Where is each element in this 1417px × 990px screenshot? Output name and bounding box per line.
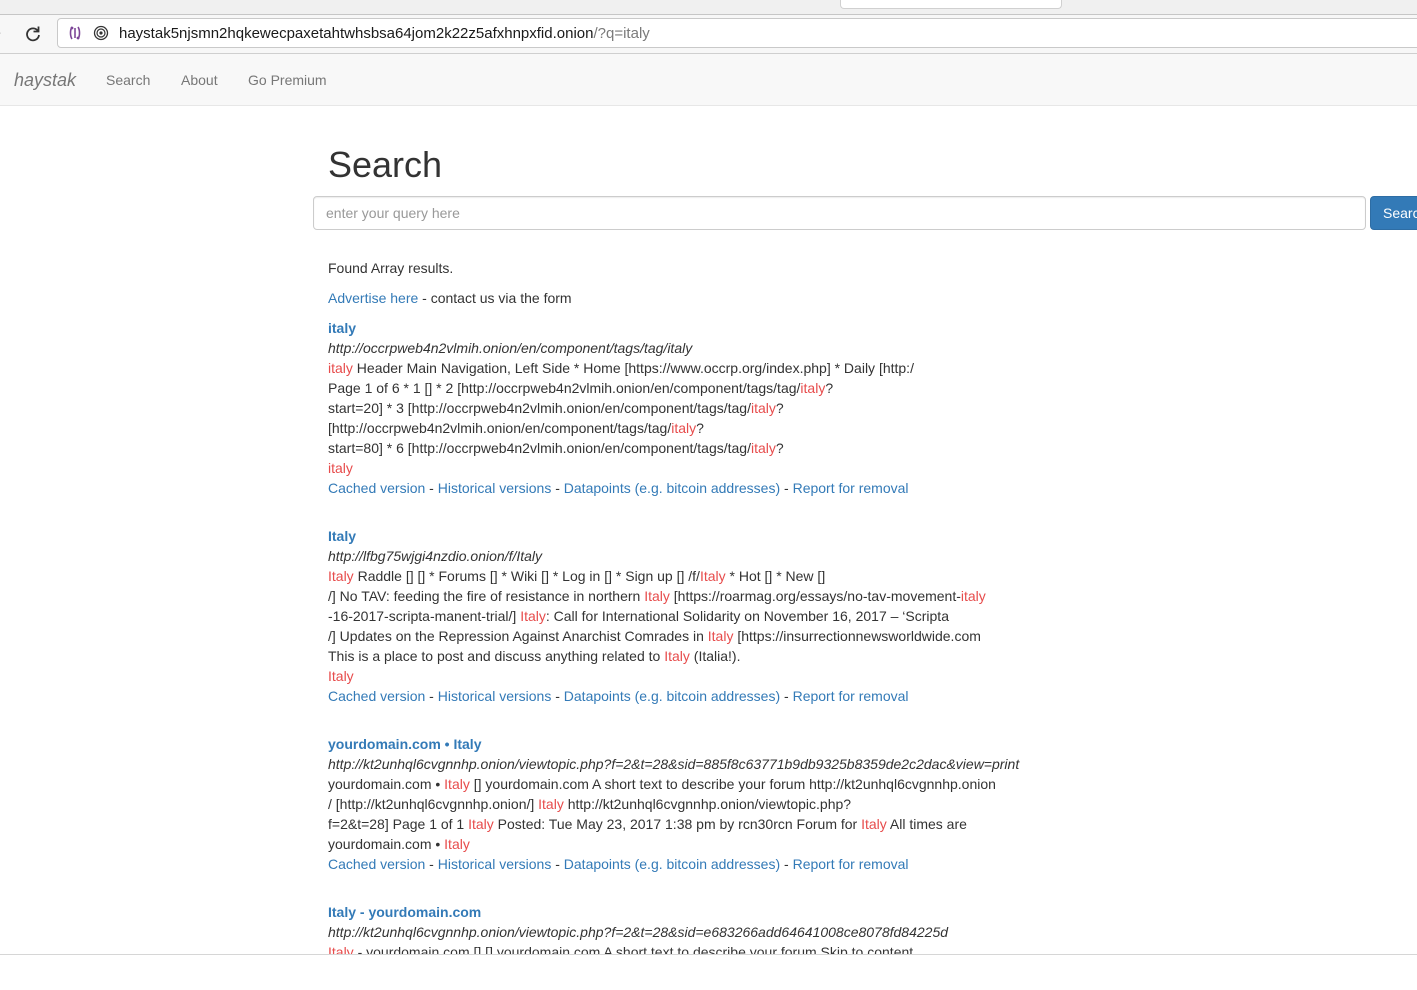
historical-versions-link[interactable]: Historical versions	[438, 688, 552, 704]
highlighted-term: italy	[328, 460, 353, 476]
result-url: http://lfbg75wjgi4nzdio.onion/f/Italy	[328, 548, 543, 564]
result-title-link[interactable]: yourdomain.com • Italy	[328, 734, 1048, 754]
cached-version-link[interactable]: Cached version	[328, 856, 425, 872]
highlighted-term: Italy	[328, 568, 354, 584]
nav-about[interactable]: About	[181, 72, 218, 88]
result-url: http://kt2unhql6cvgnnhp.onion/viewtopic.…	[328, 924, 949, 940]
browser-tab[interactable]	[840, 0, 1062, 9]
result-url: http://occrpweb4n2vlmih.onion/en/compone…	[328, 340, 693, 356]
onion-lock-icon[interactable]	[93, 25, 109, 41]
results-container: Found Array results. Advertise here - co…	[328, 258, 1048, 990]
snippet-text: -16-2017-scripta-manent-trial/]	[328, 608, 517, 624]
separator: -	[425, 688, 438, 704]
nav-go-premium[interactable]: Go Premium	[248, 72, 327, 88]
result-list: italy http://occrpweb4n2vlmih.onion/en/co…	[328, 318, 1048, 962]
cached-version-link[interactable]: Cached version	[328, 688, 425, 704]
highlighted-term: Italy	[444, 836, 470, 852]
separator: -	[780, 856, 793, 872]
highlighted-term: Italy	[468, 816, 494, 832]
datapoints-link[interactable]: Datapoints (e.g. bitcoin addresses)	[564, 856, 780, 872]
advertise-link[interactable]: Advertise here	[328, 290, 418, 306]
result-item: italy http://occrpweb4n2vlmih.onion/en/co…	[328, 318, 1048, 498]
browser-toolbar: › haystak5njsmn2hqkewecpaxetahtwhsbsa64j…	[0, 15, 1417, 54]
address-bar[interactable]: haystak5njsmn2hqkewecpaxetahtwhsbsa64jom…	[57, 18, 1417, 48]
site-navbar: haystak Search About Go Premium	[0, 54, 1417, 106]
search-input[interactable]	[313, 196, 1366, 230]
snippet-text: ?	[775, 440, 784, 456]
highlighted-term: Italy	[328, 668, 354, 684]
onion-site-icon[interactable]	[67, 25, 83, 41]
result-title-link[interactable]: Italy - yourdomain.com	[328, 902, 1048, 922]
nav-search[interactable]: Search	[106, 72, 150, 88]
datapoints-link[interactable]: Datapoints (e.g. bitcoin addresses)	[564, 480, 780, 496]
result-item: Italy - yourdomain.com http://kt2unhql6cv…	[328, 902, 1048, 962]
result-url: http://kt2unhql6cvgnnhp.onion/viewtopic.…	[328, 756, 1020, 772]
result-item: yourdomain.com • Italy http://kt2unhql6cv…	[328, 734, 1048, 874]
advertise-text: - contact us via the form	[418, 290, 572, 306]
results-count: Found Array results.	[328, 260, 454, 276]
brand-logo[interactable]: haystak	[14, 70, 76, 90]
snippet-text: yourdomain.com •	[328, 776, 445, 792]
highlighted-term: Italy	[538, 796, 564, 812]
result-actions: Cached version - Historical versions - D…	[328, 478, 1048, 498]
highlighted-term: Italy	[664, 648, 690, 664]
separator: -	[551, 688, 564, 704]
result-title-link[interactable]: Italy	[328, 526, 1048, 546]
separator: -	[425, 856, 438, 872]
snippet-text: [https://roarmag.org/essays/no-tav-movem…	[669, 588, 961, 604]
url-host: haystak5njsmn2hqkewecpaxetahtwhsbsa64jom…	[119, 25, 594, 42]
historical-versions-link[interactable]: Historical versions	[438, 856, 552, 872]
separator: -	[780, 688, 793, 704]
separator: -	[551, 856, 564, 872]
highlighted-term: italy	[750, 400, 776, 416]
historical-versions-link[interactable]: Historical versions	[438, 480, 552, 496]
highlighted-term: Italy	[699, 568, 726, 584]
result-snippet: yourdomain.com • Italy [] yourdomain.com…	[328, 774, 1048, 854]
cached-version-link[interactable]: Cached version	[328, 480, 425, 496]
highlighted-term: italy	[750, 440, 776, 456]
separator: -	[780, 480, 793, 496]
advertise-line: Advertise here - contact us via the form	[328, 288, 1048, 308]
highlighted-term: Italy	[644, 588, 670, 604]
forward-arrow-icon[interactable]: ›	[0, 24, 8, 42]
report-removal-link[interactable]: Report for removal	[793, 480, 909, 496]
result-actions: Cached version - Historical versions - D…	[328, 854, 1048, 874]
highlighted-term: italy	[671, 420, 697, 436]
highlighted-term: italy	[800, 380, 826, 396]
highlighted-term: Italy	[707, 628, 734, 644]
result-snippet: italy Header Main Navigation, Left Side …	[328, 358, 1048, 478]
result-snippet: Italy Raddle [] [] * Forums [] * Wiki []…	[328, 566, 1048, 686]
page-title: Search	[328, 144, 443, 185]
datapoints-link[interactable]: Datapoints (e.g. bitcoin addresses)	[564, 688, 780, 704]
url-query: /?q=italy	[593, 25, 650, 42]
snippet-text: Posted: Tue May 23, 2017 1:38 pm by rcn3…	[493, 816, 862, 832]
snippet-text: (Italia!).	[693, 648, 741, 664]
snippet-text: Raddle [] [] * Forums [] * Wiki [] * Log…	[353, 568, 700, 584]
report-removal-link[interactable]: Report for removal	[793, 688, 909, 704]
highlighted-term: Italy	[861, 816, 887, 832]
highlighted-term: Italy	[520, 608, 546, 624]
separator: -	[551, 480, 564, 496]
browser-tab-strip	[0, 0, 1417, 15]
separator: -	[425, 480, 438, 496]
highlighted-term: italy	[328, 360, 353, 376]
search-button[interactable]: Search	[1370, 196, 1417, 230]
url-text[interactable]: haystak5njsmn2hqkewecpaxetahtwhsbsa64jom…	[119, 25, 650, 42]
highlighted-term: italy	[960, 588, 986, 604]
highlighted-term: Italy	[444, 776, 470, 792]
report-removal-link[interactable]: Report for removal	[793, 856, 909, 872]
result-item: Italy http://lfbg75wjgi4nzdio.onion/f/Ita…	[328, 526, 1048, 706]
result-actions: Cached version - Historical versions - D…	[328, 686, 1048, 706]
reload-icon[interactable]	[22, 23, 44, 45]
result-title-link[interactable]: italy	[328, 318, 1048, 338]
